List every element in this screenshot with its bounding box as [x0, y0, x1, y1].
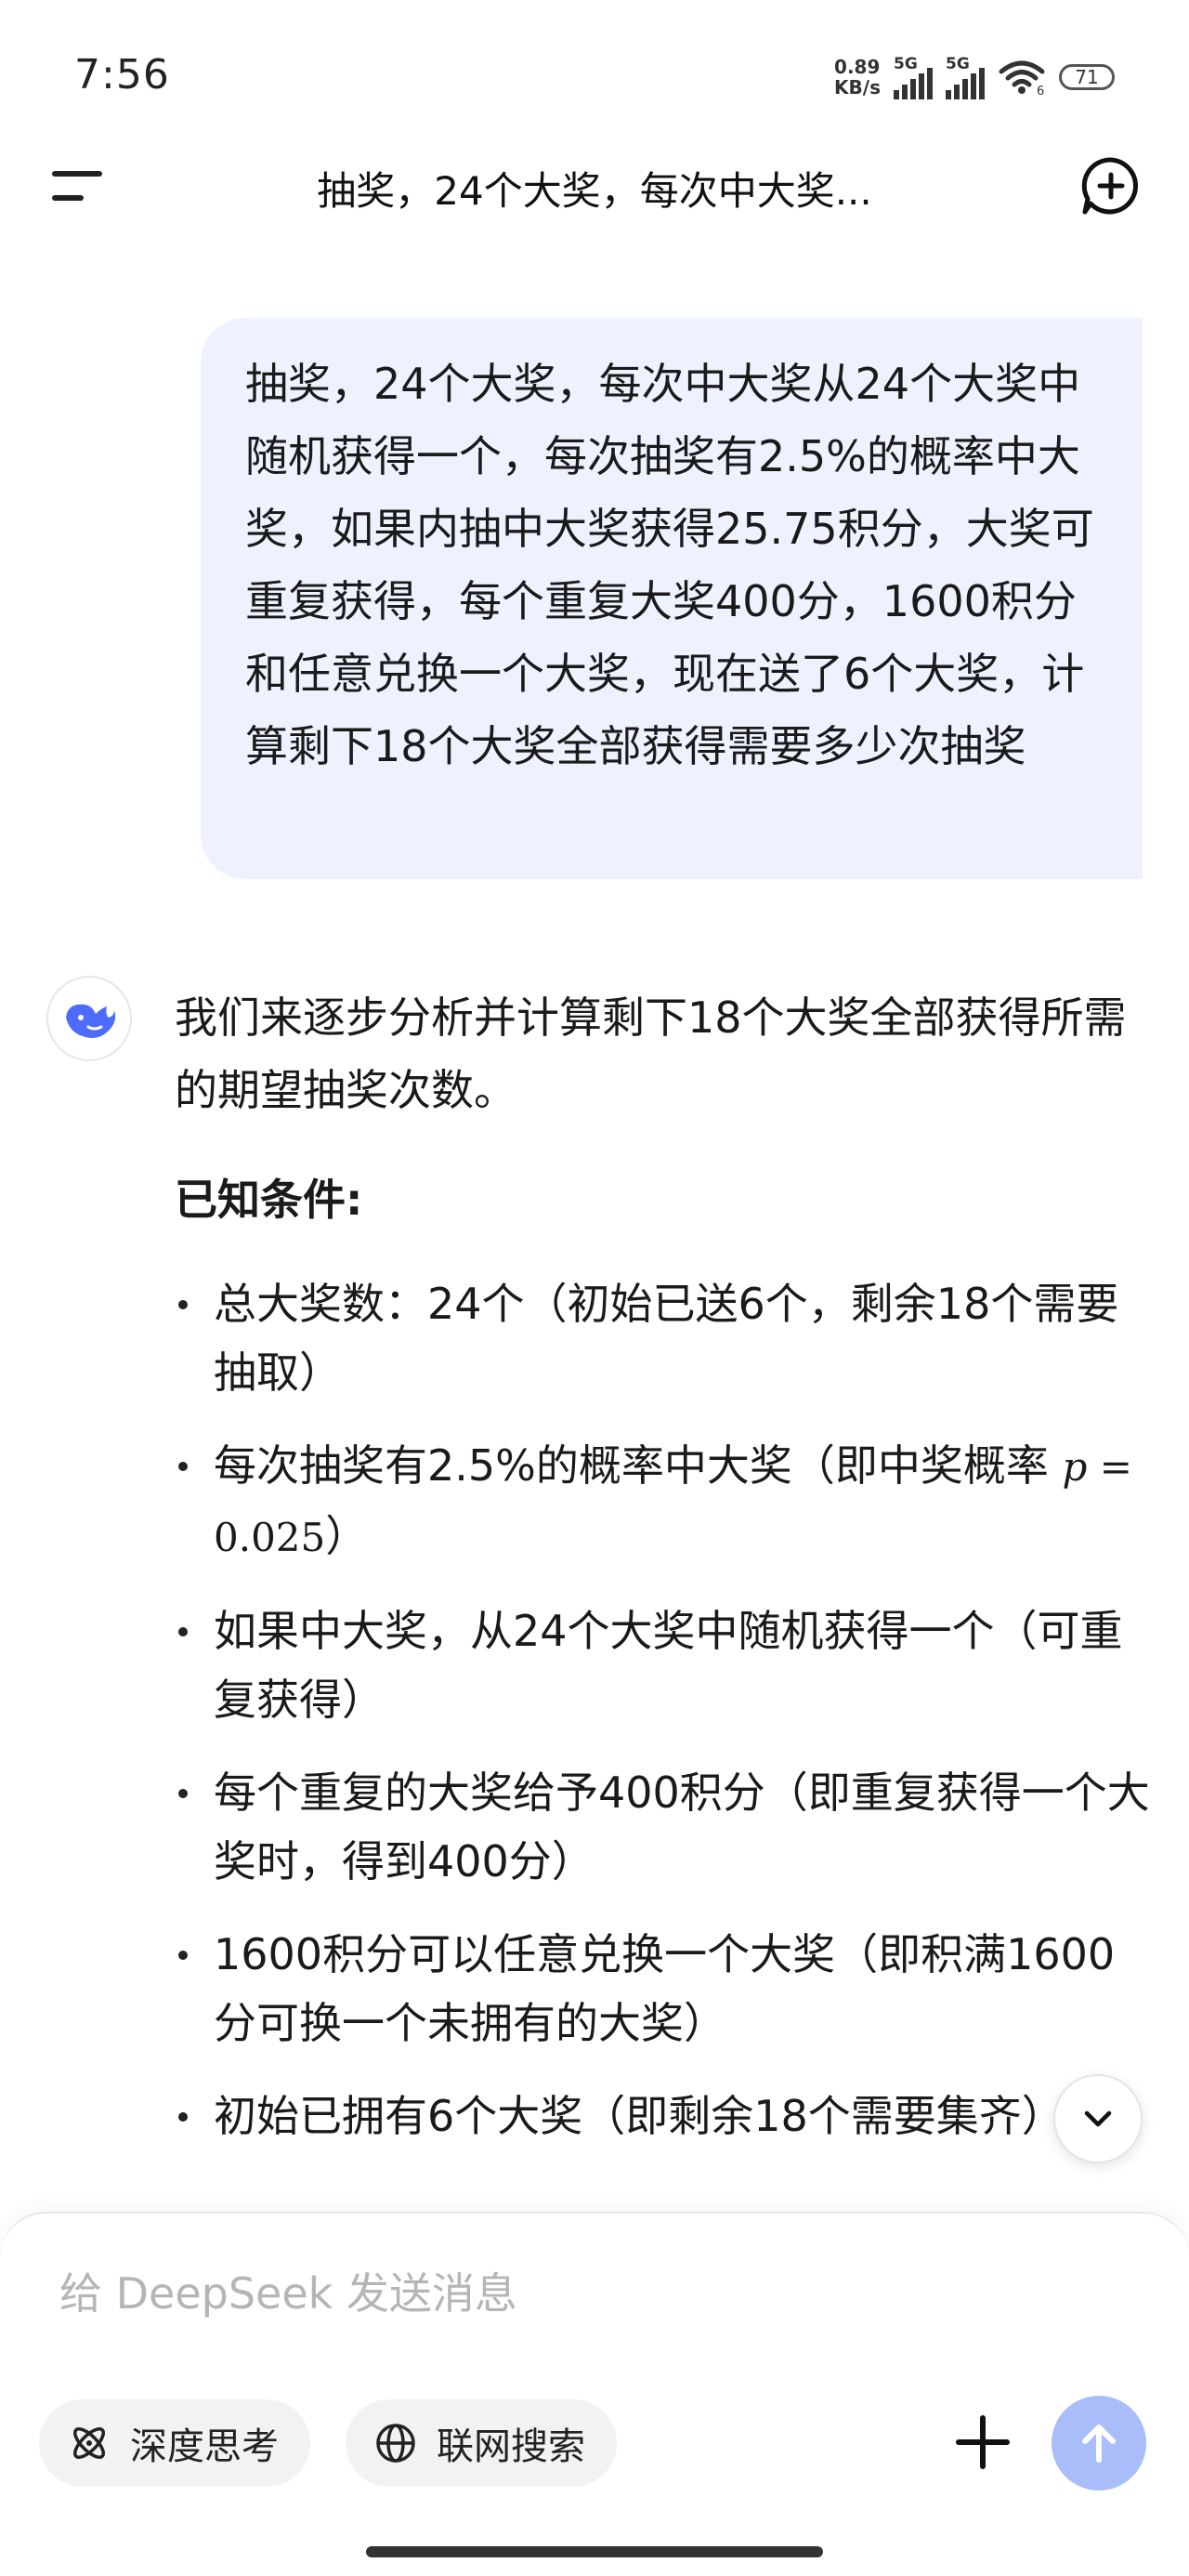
list-item: 每次抽奖有2.5%的概率中大奖（即中奖概率 p = 0.025） — [175, 1431, 1150, 1572]
signal-label: 5G — [894, 55, 918, 73]
atom-icon — [73, 2427, 105, 2459]
list-item: 初始已拥有6个大奖（即剩余18个需要集齐） — [175, 2082, 1150, 2150]
signal-icon: 5G — [946, 55, 985, 99]
web-search-label: 联网搜索 — [437, 2425, 585, 2468]
deepseek-whale-icon — [66, 1004, 116, 1038]
list-item: 总大奖数：24个（初始已送6个，剩余18个需要抽取） — [175, 1269, 1150, 1407]
deep-think-toggle[interactable]: 深度思考 — [39, 2399, 310, 2487]
status-time: 7:56 — [74, 51, 170, 99]
new-chat-icon[interactable] — [1079, 154, 1143, 217]
list-item-text: 初始已拥有6个大奖（即剩余18个需要集齐） — [214, 2091, 1065, 2141]
menu-icon-line — [52, 195, 84, 201]
network-speed-value: 0.89 — [834, 56, 881, 78]
status-bar: 7:56 0.89 KB/s 5G 5G 6 71 — [0, 0, 1189, 149]
list-item-text: 如果中大奖，从24个大奖中随机获得一个（可重复获得） — [214, 1606, 1123, 1725]
chat-title: 抽奖，24个大奖，每次中大奖... — [317, 168, 872, 214]
math-close: ） — [325, 1511, 369, 1561]
list-item: 1600积分可以任意兑换一个大奖（即积满1600分可换一个未拥有的大奖） — [175, 1920, 1150, 2057]
user-message-text: 抽奖，24个大奖，每次中大奖从24个大奖中随机获得一个，每次抽奖有2.5%的概率… — [245, 359, 1094, 771]
network-speed-unit: KB/s — [834, 76, 881, 99]
conditions-list: 总大奖数：24个（初始已送6个，剩余18个需要抽取） 每次抽奖有2.5%的概率中… — [175, 1269, 1150, 2150]
list-item: 每个重复的大奖给予400积分（即重复获得一个大奖时，得到400分） — [175, 1758, 1150, 1896]
battery-icon: 71 — [1059, 64, 1115, 90]
menu-button[interactable] — [52, 162, 108, 210]
arrow-up-icon — [1082, 2425, 1116, 2463]
list-item-text: 1600积分可以任意兑换一个大奖（即积满1600分可换一个未拥有的大奖） — [214, 1929, 1116, 2048]
list-item-text: 每个重复的大奖给予400积分（即重复获得一个大奖时，得到400分） — [214, 1768, 1150, 1886]
battery-level: 71 — [1075, 66, 1099, 88]
web-search-toggle[interactable]: 联网搜索 — [346, 2399, 617, 2487]
list-item-text: 每次抽奖有2.5%的概率中大奖（即中奖概率 — [214, 1440, 1049, 1491]
wifi-icon: 6 — [999, 60, 1045, 96]
assistant-intro: 我们来逐步分析并计算剩下18个大奖全部获得所需的期望抽奖次数。 — [175, 992, 1127, 1115]
list-item-text: 总大奖数：24个（初始已送6个，剩余18个需要抽取） — [214, 1279, 1119, 1398]
home-indicator[interactable] — [366, 2546, 823, 2557]
math-variable: p — [1062, 1444, 1088, 1490]
status-icons: 0.89 KB/s 5G 5G 6 71 — [834, 54, 1115, 100]
user-message-bubble: 抽奖，24个大奖，每次中大奖从24个大奖中随机获得一个，每次抽奖有2.5%的概率… — [201, 318, 1143, 879]
assistant-message: 我们来逐步分析并计算剩下18个大奖全部获得所需的期望抽奖次数。 已知条件: 总大… — [175, 981, 1150, 2175]
globe-icon — [376, 2424, 415, 2463]
assistant-heading: 已知条件: — [175, 1175, 363, 1225]
scroll-to-bottom-button[interactable] — [1053, 2074, 1143, 2163]
deep-think-label: 深度思考 — [130, 2425, 279, 2468]
send-button[interactable] — [1052, 2396, 1146, 2491]
plus-icon[interactable] — [951, 2411, 1014, 2474]
list-item: 如果中大奖，从24个大奖中随机获得一个（可重复获得） — [175, 1597, 1150, 1734]
signal-label: 5G — [946, 55, 970, 73]
assistant-avatar — [46, 976, 132, 1061]
message-input[interactable]: 给 DeepSeek 发送消息 — [59, 2260, 517, 2321]
message-composer: 给 DeepSeek 发送消息 深度思考 联网搜索 — [0, 2212, 1189, 2576]
chat-header: 抽奖，24个大奖，每次中大奖... — [0, 139, 1189, 232]
network-speed: 0.89 KB/s — [834, 57, 881, 98]
chevron-down-icon — [1084, 2110, 1112, 2127]
wifi-label: 6 — [1037, 85, 1044, 96]
menu-icon — [52, 171, 102, 177]
signal-icon: 5G — [894, 55, 933, 99]
